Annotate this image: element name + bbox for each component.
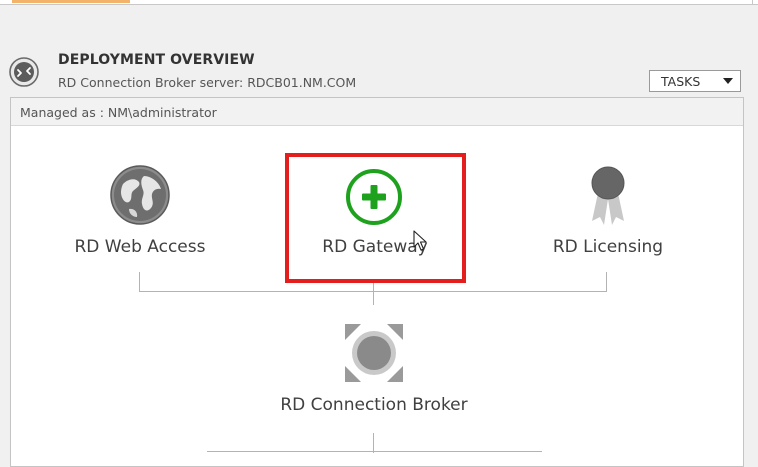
connector-broker-bottom-horizontal [207,451,542,452]
top-tab-strip [0,0,758,5]
connector-licensing-vertical [606,272,607,292]
page-title: DEPLOYMENT OVERVIEW [58,52,255,68]
chevron-down-icon [723,78,733,84]
tasks-button-label: TASKS [661,74,701,89]
gateway-highlight-box [285,153,466,283]
connector-broker-bottom [373,433,374,453]
connection-broker-icon[interactable] [343,322,405,384]
connector-gateway-vertical [373,283,374,305]
tab-divider [752,0,753,4]
rd-connection-broker-label[interactable]: RD Connection Broker [254,395,494,415]
active-tab-indicator[interactable] [12,0,130,3]
deployment-overview-icon [9,57,39,87]
rd-web-access-label[interactable]: RD Web Access [58,237,222,257]
tasks-button[interactable]: TASKS [649,70,741,92]
connector-web-access-vertical [139,272,140,292]
ribbon-award-icon[interactable] [588,165,628,227]
connection-broker-server-label: RD Connection Broker server: RDCB01.NM.C… [58,75,357,90]
globe-icon[interactable] [109,164,171,226]
mouse-pointer-icon [413,230,427,251]
managed-as-label: Managed as : NM\administrator [20,105,217,120]
managed-as-bar: Managed as : NM\administrator [11,98,743,126]
rd-licensing-label[interactable]: RD Licensing [526,237,690,257]
